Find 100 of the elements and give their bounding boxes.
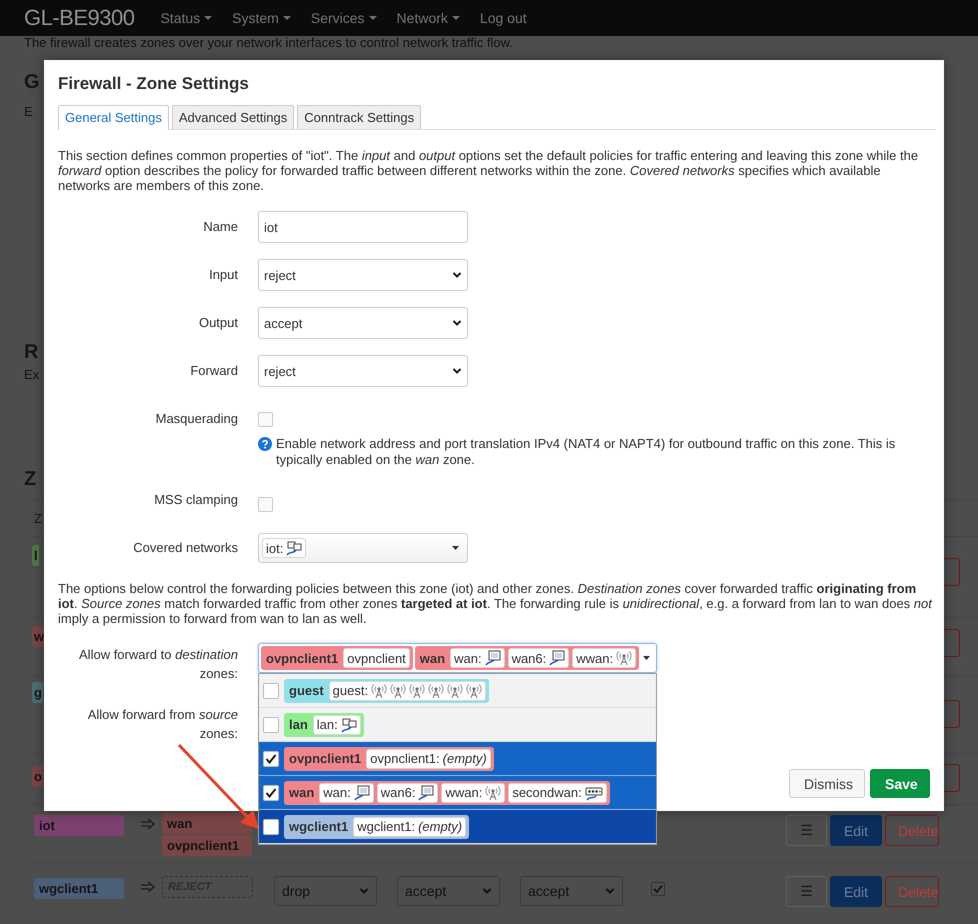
save-button[interactable]: Save <box>870 769 930 798</box>
monitor-icon <box>418 784 434 800</box>
dismiss-button[interactable]: Dismiss <box>789 769 865 798</box>
menu-item[interactable]: System <box>232 10 291 26</box>
zone-tag: g <box>32 682 43 703</box>
checkbox[interactable] <box>263 818 279 834</box>
dropdown-option[interactable]: guest guest: <box>259 674 656 708</box>
antenna-icon <box>428 682 444 698</box>
network-picker[interactable]: iot: <box>258 533 468 563</box>
zone-tag: wan <box>162 813 252 834</box>
caret-icon <box>204 16 212 20</box>
network-label: iot: <box>266 540 284 556</box>
zone-tag: w <box>32 626 46 647</box>
menu-item[interactable]: Services <box>310 10 377 26</box>
caret-icon <box>452 546 459 550</box>
network-label: wan6: <box>380 785 416 800</box>
section-text: E <box>24 104 33 119</box>
antenna-icon <box>390 682 406 698</box>
field-label: Covered networks <box>132 539 238 557</box>
dropdown-option[interactable]: wgclient1 wgclient1: (empty) <box>259 810 656 844</box>
dropdown-option[interactable]: ovpnclient1 ovpnclient1: (empty) <box>259 742 656 776</box>
zone-name: lan <box>288 717 309 732</box>
zone-tag: wgclient1 <box>34 878 124 899</box>
edit-button[interactable]: Edit <box>830 876 882 907</box>
chevron-icon <box>359 886 369 896</box>
empty-note: (empty) <box>442 751 487 766</box>
help-icon <box>258 437 272 451</box>
network-label: secondwan: <box>512 785 582 800</box>
zone-name: wgclient1 <box>288 819 350 834</box>
tab[interactable]: General Settings <box>58 105 169 130</box>
checkbox[interactable] <box>263 716 279 732</box>
section-heading: R <box>24 341 38 364</box>
brand-name[interactable]: GL-BE9300 <box>24 5 134 31</box>
caret-icon <box>643 656 650 660</box>
chevron-icon <box>605 886 615 896</box>
empty-note: (empty) <box>418 819 462 834</box>
help-text: Enable network address and port translation IPv4 (NAT4 or NAPT4) for outbound traffic on this zone. This is typically enabled on the wan zone. <box>276 436 896 468</box>
checkmark-icon <box>265 752 277 764</box>
chevron-icon <box>482 886 492 896</box>
zone-tag: o <box>32 766 43 787</box>
forwarding-description: The options below control the forwarding policies between this zone (iot) and other zones. Destination zones cover forwarded traffic originating from iot. Source zones match forwarded traffic from other zones targeted at iot. The forwarding rule is unidirectional, e.g. a forward from lan to wan does not imply a permission to forward from wan to lan as well. <box>58 581 934 626</box>
caret-icon <box>368 16 377 20</box>
dialog-title: Firewall - Zone Settings <box>58 74 250 94</box>
network-label: wwan: <box>576 650 614 666</box>
caret-icon <box>282 16 291 20</box>
checkmark-icon <box>265 786 277 798</box>
zone-name: wan <box>288 785 316 800</box>
monitors-icon <box>286 540 302 556</box>
network-label: ovpnclient <box>347 650 406 666</box>
network-label: ovpnclient1: <box>370 751 440 766</box>
network-label: wan: <box>454 650 482 666</box>
modem-icon <box>584 784 603 800</box>
zone-name: ovpnclient1 <box>288 751 362 766</box>
dropdown-option[interactable]: wan wan: wan6: wwan: secondwan: <box>259 776 656 810</box>
zone-name: ovpnclient1 <box>265 650 340 666</box>
caret-icon <box>452 16 460 20</box>
network-label: wgclient1: <box>357 819 416 834</box>
network-label: wwan: <box>445 785 482 800</box>
antenna-icon <box>485 784 502 800</box>
checkbox[interactable] <box>263 784 279 800</box>
arrow-icon <box>140 818 156 830</box>
checkbox[interactable] <box>263 682 279 698</box>
antenna-icon <box>371 682 388 698</box>
select-field[interactable]: reject <box>258 259 468 291</box>
network-label: guest: <box>332 683 368 698</box>
text-field[interactable]: iot <box>258 211 468 243</box>
menu-item[interactable]: Status <box>160 10 212 26</box>
network-label: wan: <box>323 785 351 800</box>
chevron-icon <box>452 318 462 328</box>
intro-text: The firewall creates zones over your network interfaces to control network traffic flow. <box>24 36 514 50</box>
field-label: Name <box>202 218 238 236</box>
tab[interactable]: Advanced Settings <box>172 105 294 129</box>
network-label: lan: <box>316 717 338 732</box>
checkbox[interactable] <box>263 750 279 766</box>
field-label: Allow forward from source zones: <box>86 706 238 743</box>
antenna-icon <box>409 682 426 698</box>
section-text: Ex <box>24 367 40 382</box>
select-field[interactable]: accept <box>258 307 468 339</box>
monitor-icon <box>549 650 566 666</box>
monitor-icon <box>484 650 501 666</box>
edit-button[interactable]: Edit <box>830 815 882 846</box>
chevron-icon <box>452 270 462 280</box>
menu-item[interactable]: Network <box>396 10 460 26</box>
menu-item[interactable]: Log out <box>480 10 527 26</box>
select-field[interactable]: reject <box>258 355 468 387</box>
field-label: Output <box>198 314 238 332</box>
monitors-icon <box>340 716 357 732</box>
zone-name: wan <box>418 650 446 666</box>
field-label: Input <box>208 266 238 284</box>
monitor-icon <box>354 784 370 800</box>
checkbox[interactable] <box>651 882 665 896</box>
antenna-icon <box>466 682 482 698</box>
zone-picker[interactable]: ovpnclient1 ovpnclient wan wan: wan6: wwan: <box>258 643 657 673</box>
antenna-icon <box>616 650 632 666</box>
antenna-icon <box>447 682 464 698</box>
section-heading: G <box>24 71 40 94</box>
checkmark-icon <box>653 884 663 894</box>
field-label: MSS clamping <box>153 491 238 509</box>
tab[interactable]: Conntrack Settings <box>297 105 422 129</box>
zone-tag: ovpnclient1 <box>162 835 252 856</box>
